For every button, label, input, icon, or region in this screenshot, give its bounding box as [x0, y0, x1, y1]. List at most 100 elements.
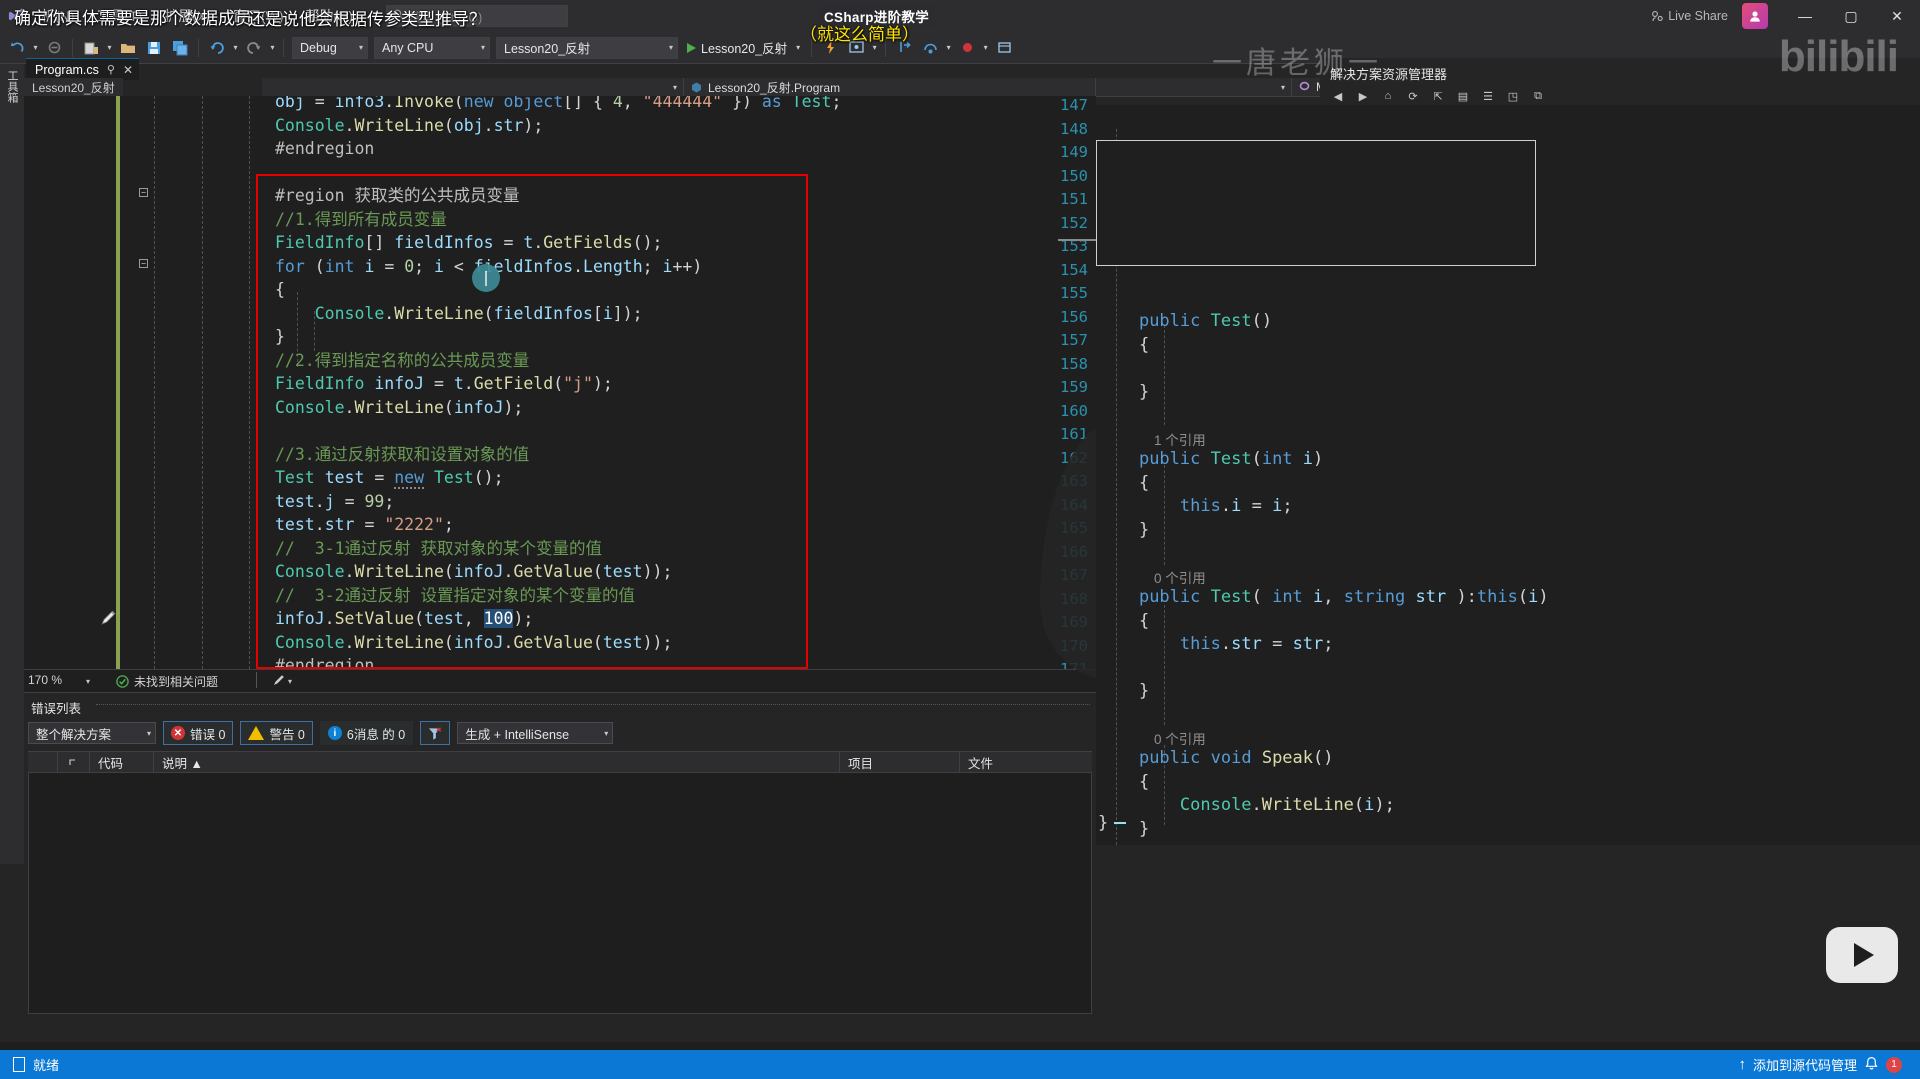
redo-caret-icon[interactable]: ▾ [267, 43, 278, 52]
view-switch-icon[interactable]: ⧉ [1530, 88, 1546, 104]
code-line[interactable]: #region 获取类的公共成员变量 [275, 184, 519, 208]
clear-filter-button[interactable] [420, 721, 451, 745]
code-line[interactable]: //3.通过反射获取和设置对象的值 [275, 443, 529, 467]
col-severity[interactable] [58, 751, 90, 773]
save-button[interactable] [142, 36, 166, 60]
new-project-button[interactable] [79, 36, 103, 60]
code-line[interactable]: Test test = new Test(); [275, 466, 504, 490]
navigate-backward-caret-icon[interactable]: ▾ [30, 43, 41, 52]
error-scope-combo[interactable]: 整个解决方案 ▾ [28, 722, 156, 744]
code-line[interactable]: Console.WriteLine(infoJ); [275, 396, 523, 420]
code-line[interactable]: this.str = str; [1098, 633, 1334, 657]
code-line[interactable]: { [1098, 771, 1149, 795]
solution-tab-lesson20[interactable]: Lesson20_反射 [24, 78, 123, 97]
code-line[interactable]: //1.得到所有成员变量 [275, 208, 447, 232]
error-list-rows[interactable] [28, 773, 1092, 1014]
nav-type-dropdown[interactable]: Lesson20_反射.Program [684, 77, 1096, 97]
annotation-tool-icon[interactable] [272, 673, 286, 692]
navigate-backward-button[interactable] [5, 36, 29, 60]
memory-window-button[interactable] [992, 36, 1016, 60]
undo-caret-icon[interactable]: ▾ [230, 43, 241, 52]
solution-configuration-combo[interactable]: Debug ▾ [292, 36, 368, 59]
code-area[interactable]: 147 148 149 150 151 152 153 154 155 156 … [24, 96, 1096, 669]
close-icon[interactable]: ✕ [123, 63, 133, 77]
breakpoints-button[interactable] [955, 36, 979, 60]
minimize-button[interactable]: — [1782, 0, 1828, 32]
notification-bell-icon[interactable] [1864, 1056, 1879, 1074]
code-line[interactable]: public void Speak() [1098, 747, 1334, 771]
code-line[interactable]: { [1098, 472, 1149, 496]
code-line[interactable]: Console.WriteLine(fieldInfos[i]); [275, 302, 643, 326]
collapse-region-icon[interactable]: − [139, 188, 148, 197]
warnings-filter-toggle[interactable]: 警告 0 [240, 721, 313, 745]
code-line[interactable]: test.j = 99; [275, 490, 394, 514]
col-project[interactable]: 项目 [840, 751, 960, 773]
code-line[interactable]: public Test() [1098, 310, 1272, 334]
nav-right-dropdown[interactable]: ▾ [1096, 77, 1292, 97]
close-button[interactable]: ✕ [1874, 0, 1920, 32]
solution-platform-combo[interactable]: Any CPU ▾ [374, 36, 490, 59]
code-editor[interactable]: 147 148 149 150 151 152 153 154 155 156 … [24, 96, 1096, 669]
step-over-button[interactable] [918, 36, 942, 60]
navigate-forward-button[interactable] [42, 36, 66, 60]
code-line[interactable]: this.i = i; [1098, 495, 1293, 519]
code-line[interactable]: #endregion [275, 654, 374, 669]
code-line[interactable]: FieldInfo infoJ = t.GetField("j"); [275, 372, 613, 396]
start-debugging-button[interactable]: Lesson20_反射 ▾ [681, 36, 806, 60]
breakpoints-caret-icon[interactable]: ▾ [980, 43, 991, 52]
code-line[interactable]: FieldInfo[] fieldInfos = t.GetFields(); [275, 231, 662, 255]
redo-button[interactable] [242, 36, 266, 60]
code-line[interactable]: } [1098, 812, 1108, 836]
maximize-button[interactable]: ▢ [1828, 0, 1874, 32]
document-tab-program-cs[interactable]: Program.cs ⚲ ✕ [26, 58, 140, 80]
code-line[interactable]: Console.WriteLine(obj.str); [275, 114, 543, 138]
code-line[interactable]: // 3-1通过反射 获取对象的某个变量的值 [275, 537, 602, 561]
collapse-all-icon[interactable]: ⇱ [1430, 88, 1446, 104]
col-code[interactable]: 代码 [90, 751, 154, 773]
code-line[interactable]: { [1098, 610, 1149, 634]
code-line[interactable]: infoJ.SetValue(test, 100); [275, 607, 533, 631]
save-all-button[interactable] [168, 36, 192, 60]
home-icon[interactable]: ⌂ [1380, 88, 1396, 104]
back-icon[interactable]: ◀ [1330, 88, 1346, 104]
pin-icon[interactable]: ⚲ [107, 63, 115, 76]
code-line[interactable]: } [1098, 680, 1149, 704]
code-line[interactable]: Console.WriteLine(infoJ.GetValue(test)); [275, 560, 672, 584]
code-line[interactable]: } [1098, 381, 1149, 405]
new-project-caret-icon[interactable]: ▾ [104, 43, 115, 52]
collapse-region-icon[interactable]: − [139, 259, 148, 268]
code-line[interactable]: } [275, 325, 285, 349]
properties-icon[interactable]: ☰ [1480, 88, 1496, 104]
chevron-down-icon[interactable]: ▾ [86, 677, 90, 686]
col-file[interactable]: 文件 [960, 751, 1092, 773]
code-line[interactable]: public Test(int i) [1098, 448, 1323, 472]
nav-project-dropdown[interactable]: ▾ [262, 77, 684, 97]
open-file-button[interactable] [116, 36, 140, 60]
errors-filter-toggle[interactable]: ✕ 错误 0 [163, 721, 234, 745]
code-line[interactable]: //2.得到指定名称的公共成员变量 [275, 349, 529, 373]
messages-filter-toggle[interactable]: i 6消息 的 0 [319, 721, 414, 745]
code-line[interactable]: // 3-2通过反射 设置指定对象的某个变量的值 [275, 584, 635, 608]
code-line[interactable]: { [275, 278, 285, 302]
pencil-glyph-icon[interactable] [100, 609, 117, 631]
code-line[interactable]: public Test( int i, string str ):this(i) [1098, 586, 1549, 610]
code-line[interactable]: Console.WriteLine(infoJ.GetValue(test)); [275, 631, 672, 655]
code-line[interactable]: { [1098, 334, 1149, 358]
live-share-button[interactable]: Live Share [1651, 9, 1728, 23]
left-rail-tab-toolbox[interactable]: 工具箱 [0, 64, 24, 109]
zoom-level[interactable]: 170 % [28, 673, 62, 687]
code-line[interactable]: } [1098, 519, 1149, 543]
build-intellisense-combo[interactable]: 生成 + IntelliSense ▾ [457, 722, 614, 744]
refresh-icon[interactable]: ⟳ [1405, 88, 1421, 104]
startup-project-combo[interactable]: Lesson20_反射 ▾ [496, 36, 678, 59]
col-description[interactable]: 说明 ▲ [154, 751, 840, 773]
code-line[interactable]: obj = info3.Invoke(new object[] { 4, "44… [275, 96, 841, 114]
source-control-label[interactable]: 添加到源代码管理 [1753, 1055, 1857, 1074]
code-line[interactable]: test.str = "2222"; [275, 513, 454, 537]
avatar[interactable] [1742, 3, 1768, 29]
notification-count-badge[interactable]: 1 [1886, 1056, 1902, 1073]
preview-selected-icon[interactable]: ◳ [1505, 88, 1521, 104]
col-select[interactable] [28, 751, 58, 773]
undo-button[interactable] [205, 36, 229, 60]
show-all-files-icon[interactable]: ▤ [1455, 88, 1471, 104]
